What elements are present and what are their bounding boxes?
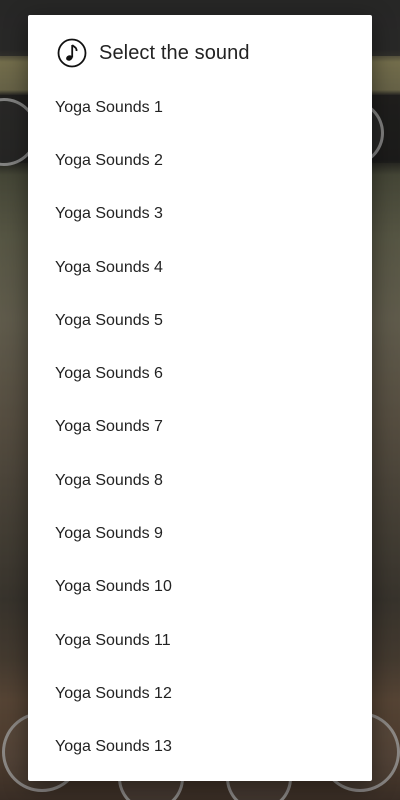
sound-item-13[interactable]: Yoga Sounds 13 xyxy=(28,721,372,774)
sound-item-4[interactable]: Yoga Sounds 4 xyxy=(28,241,372,294)
dialog-header: Select the sound xyxy=(28,15,372,91)
sound-item-7[interactable]: Yoga Sounds 7 xyxy=(28,401,372,454)
sound-list: Yoga Sounds 1 Yoga Sounds 2 Yoga Sounds … xyxy=(28,81,372,774)
sound-item-8[interactable]: Yoga Sounds 8 xyxy=(28,454,372,507)
sound-item-10[interactable]: Yoga Sounds 10 xyxy=(28,561,372,614)
sound-item-12[interactable]: Yoga Sounds 12 xyxy=(28,667,372,720)
dialog-title: Select the sound xyxy=(99,41,250,64)
sound-item-2[interactable]: Yoga Sounds 2 xyxy=(28,134,372,187)
sound-item-1[interactable]: Yoga Sounds 1 xyxy=(28,81,372,134)
sound-item-11[interactable]: Yoga Sounds 11 xyxy=(28,614,372,667)
music-note-icon xyxy=(57,38,87,68)
app-screen: Select the sound Yoga Sounds 1 Yoga Soun… xyxy=(0,0,400,800)
select-sound-dialog: Select the sound Yoga Sounds 1 Yoga Soun… xyxy=(28,15,372,781)
sound-item-9[interactable]: Yoga Sounds 9 xyxy=(28,507,372,560)
sound-item-6[interactable]: Yoga Sounds 6 xyxy=(28,347,372,400)
sound-item-5[interactable]: Yoga Sounds 5 xyxy=(28,294,372,347)
sound-item-3[interactable]: Yoga Sounds 3 xyxy=(28,188,372,241)
